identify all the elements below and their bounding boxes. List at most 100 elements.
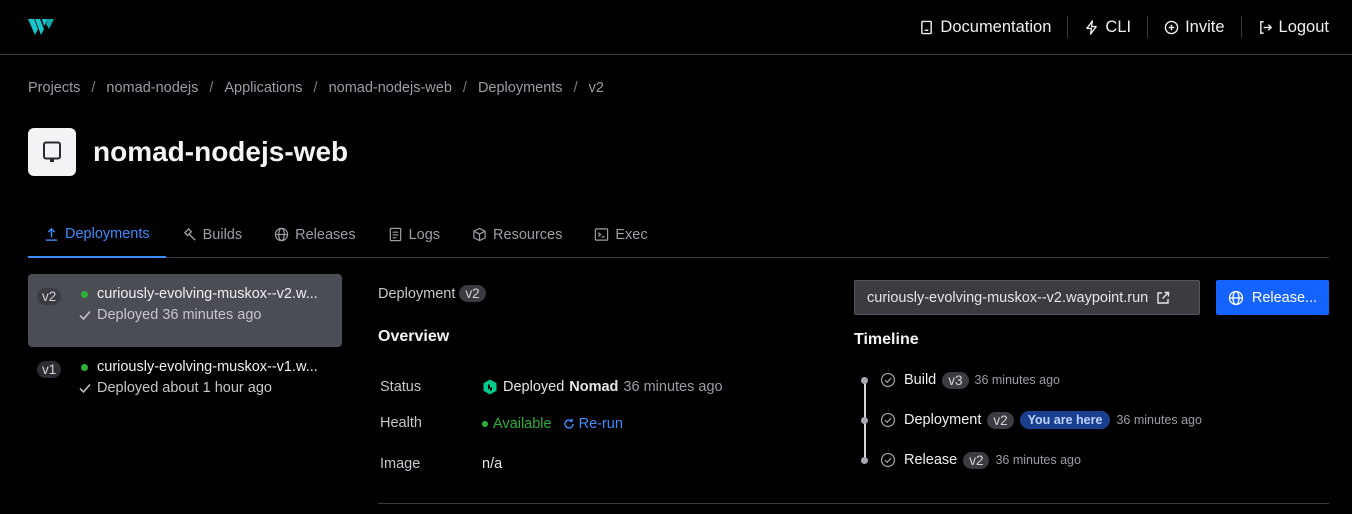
logout-link[interactable]: Logout bbox=[1242, 18, 1329, 37]
deployment-status-row: Deployed about 1 hour ago bbox=[78, 380, 272, 396]
invite-link[interactable]: Invite bbox=[1148, 18, 1240, 37]
documentation-label: Documentation bbox=[940, 17, 1052, 36]
top-nav: Documentation CLI Invite Logout bbox=[903, 0, 1329, 54]
app-window-icon bbox=[43, 141, 61, 162]
deployment-status: Deployed about 1 hour ago bbox=[97, 380, 272, 396]
timeline-item-deployment[interactable]: Deployment v2 You are here 36 minutes ag… bbox=[858, 408, 1202, 432]
status-dot bbox=[81, 290, 88, 298]
timeline-time: 36 minutes ago bbox=[1116, 413, 1202, 427]
timeline-item-build[interactable]: Build v3 36 minutes ago bbox=[858, 368, 1060, 392]
breadcrumb-item[interactable]: Projects bbox=[28, 80, 80, 96]
deployment-detail: Deployment v2 Overview Status Deployed N… bbox=[378, 285, 828, 472]
timeline-item-release[interactable]: Release v2 36 minutes ago bbox=[858, 448, 1081, 472]
invite-label: Invite bbox=[1185, 17, 1225, 36]
bolt-icon bbox=[1086, 19, 1098, 35]
release-button[interactable]: Release... bbox=[1216, 280, 1329, 315]
deployment-list: v2 curiously-evolving-muskox--v2.w... De… bbox=[28, 274, 342, 420]
documentation-link[interactable]: Documentation bbox=[903, 18, 1067, 37]
file-text-icon bbox=[389, 227, 401, 242]
breadcrumb-item[interactable]: nomad-nodejs-web bbox=[329, 80, 452, 96]
timeline-bullet bbox=[861, 416, 868, 424]
timeline-bullet bbox=[861, 376, 868, 384]
health-dot bbox=[482, 421, 488, 427]
breadcrumb-separator: / bbox=[462, 80, 467, 96]
timeline-bullet bbox=[861, 456, 868, 464]
status-value: Deployed Nomad 36 minutes ago bbox=[482, 379, 723, 395]
image-value: n/a bbox=[482, 456, 503, 472]
tab-label: Logs bbox=[408, 226, 441, 243]
application-icon bbox=[28, 128, 76, 176]
waypoint-logo-icon[interactable] bbox=[28, 16, 54, 38]
check-circle-icon bbox=[880, 412, 896, 428]
deployment-name: curiously-evolving-muskox--v2.w... bbox=[97, 286, 318, 302]
tab-resources[interactable]: Resources bbox=[456, 212, 578, 257]
nomad-icon bbox=[483, 379, 497, 395]
deployment-status: Deployed 36 minutes ago bbox=[97, 307, 262, 323]
tab-label: Builds bbox=[202, 226, 243, 243]
overview-heading: Overview bbox=[378, 328, 450, 345]
breadcrumb-item[interactable]: Deployments bbox=[478, 80, 563, 96]
status-time: 36 minutes ago bbox=[623, 379, 723, 395]
deployment-list-item[interactable]: v1 curiously-evolving-muskox--v1.w... De… bbox=[28, 347, 342, 420]
release-label: Release... bbox=[1251, 289, 1318, 306]
logout-icon bbox=[1259, 20, 1272, 34]
rerun-label: Re-run bbox=[578, 416, 623, 432]
check-circle-icon bbox=[880, 372, 896, 388]
logout-label: Logout bbox=[1278, 17, 1329, 36]
breadcrumb-current: v2 bbox=[588, 80, 604, 96]
deployment-label: Deployment bbox=[378, 285, 456, 302]
check-icon bbox=[79, 384, 91, 394]
plus-circle-icon bbox=[1164, 20, 1179, 34]
status-prefix: Deployed bbox=[503, 379, 565, 395]
version-badge: v2 bbox=[37, 288, 62, 305]
breadcrumb-separator: / bbox=[209, 80, 214, 96]
app-header: nomad-nodejs-web bbox=[28, 128, 348, 176]
tab-label: Releases bbox=[295, 226, 356, 243]
version-badge: v2 bbox=[459, 285, 486, 302]
tab-deployments[interactable]: Deployments bbox=[28, 212, 166, 258]
breadcrumb-separator: / bbox=[573, 80, 578, 96]
deployment-name: curiously-evolving-muskox--v1.w... bbox=[97, 359, 318, 375]
tab-exec[interactable]: Exec bbox=[578, 212, 663, 257]
refresh-icon bbox=[563, 418, 574, 429]
upload-icon bbox=[45, 227, 58, 241]
globe-icon bbox=[1228, 290, 1243, 305]
external-link-icon bbox=[1157, 291, 1170, 304]
tab-releases[interactable]: Releases bbox=[258, 212, 371, 257]
status-platform: Nomad bbox=[569, 379, 619, 395]
tab-logs[interactable]: Logs bbox=[372, 212, 456, 257]
tab-label: Resources bbox=[493, 226, 563, 243]
deployment-list-item[interactable]: v2 curiously-evolving-muskox--v2.w... De… bbox=[28, 274, 342, 347]
breadcrumb-separator: / bbox=[313, 80, 318, 96]
tab-label: Exec bbox=[615, 226, 648, 243]
tab-label: Deployments bbox=[65, 226, 150, 242]
terminal-icon bbox=[595, 228, 609, 241]
timeline-item-label: Build bbox=[904, 372, 937, 388]
health-status: Available bbox=[493, 416, 552, 432]
timeline-item-label: Deployment bbox=[904, 412, 982, 428]
version-badge: v2 bbox=[963, 451, 990, 469]
docs-icon bbox=[921, 20, 933, 34]
image-label: Image bbox=[380, 456, 421, 472]
timeline-time: 36 minutes ago bbox=[974, 373, 1060, 387]
deployment-url-button[interactable]: curiously-evolving-muskox--v2.waypoint.r… bbox=[854, 280, 1200, 315]
you-are-here-badge: You are here bbox=[1019, 411, 1111, 429]
page-title: nomad-nodejs-web bbox=[93, 136, 349, 167]
box-icon bbox=[473, 227, 486, 242]
timeline-item-label: Release bbox=[904, 452, 958, 468]
breadcrumb: Projects / nomad-nodejs / Applications / no… bbox=[28, 80, 604, 96]
globe-icon bbox=[274, 227, 289, 242]
cli-link[interactable]: CLI bbox=[1068, 18, 1147, 37]
breadcrumb-item[interactable]: nomad-nodejs bbox=[106, 80, 198, 96]
health-label: Health bbox=[380, 415, 422, 431]
breadcrumb-item[interactable]: Applications bbox=[224, 80, 302, 96]
deployment-name-row: curiously-evolving-muskox--v1.w... bbox=[81, 359, 318, 375]
hammer-icon bbox=[183, 227, 196, 241]
deployment-heading: Deployment v2 bbox=[378, 285, 828, 302]
rerun-button[interactable]: Re-run bbox=[563, 416, 623, 432]
version-badge: v1 bbox=[37, 361, 62, 378]
timeline-time: 36 minutes ago bbox=[995, 453, 1081, 467]
top-bar: Documentation CLI Invite Logout bbox=[0, 0, 1352, 55]
version-badge: v3 bbox=[942, 371, 969, 389]
tab-builds[interactable]: Builds bbox=[166, 212, 259, 257]
